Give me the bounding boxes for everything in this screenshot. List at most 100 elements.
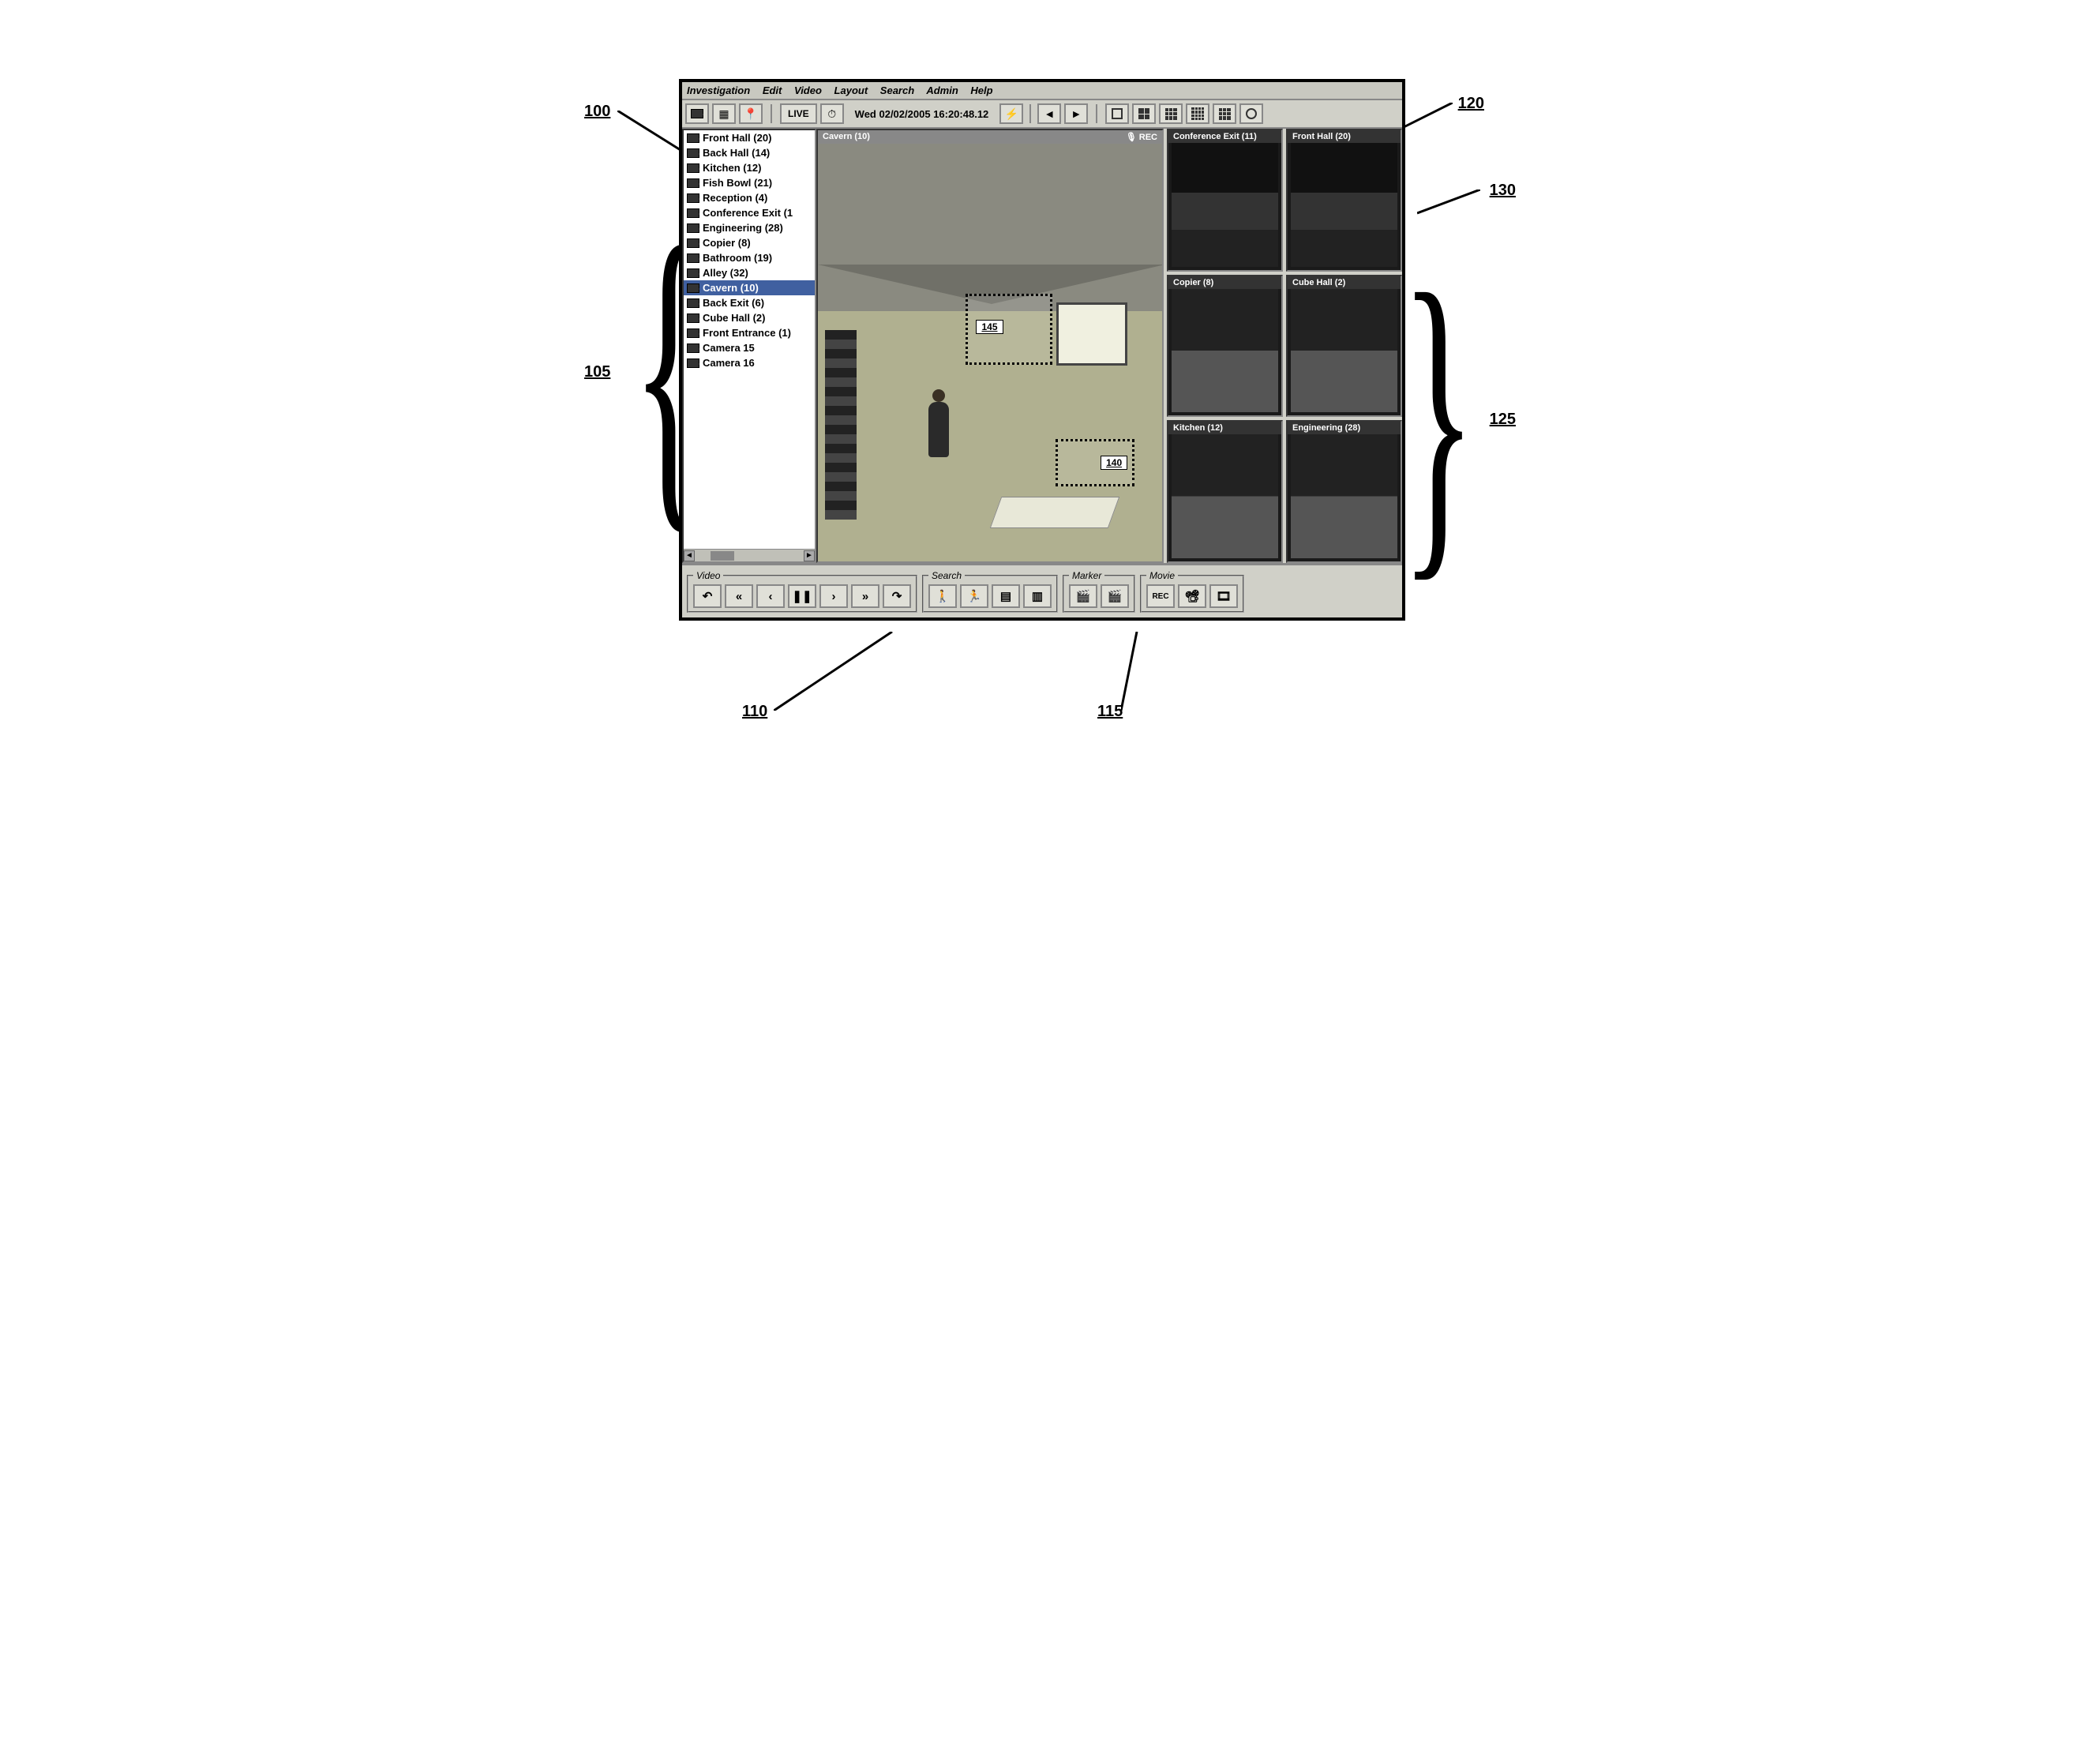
camera-label: Alley (32)	[703, 267, 748, 279]
prev-arrow-icon[interactable]: ◄	[1037, 103, 1061, 124]
pin-icon[interactable]: 📍	[739, 103, 763, 124]
camera-item[interactable]: Engineering (28)	[684, 220, 815, 235]
layout-3x3b-button[interactable]	[1213, 103, 1236, 124]
camera-label: Front Entrance (1)	[703, 327, 791, 339]
camera-item[interactable]: Bathroom (19)	[684, 250, 815, 265]
layout-1x1-button[interactable]	[1105, 103, 1129, 124]
menu-investigation[interactable]: Investigation	[687, 84, 750, 96]
ref-105: 105	[584, 363, 610, 381]
camera-label: Back Hall (14)	[703, 147, 770, 159]
thumbnail-pane[interactable]: Cube Hall (2)	[1286, 275, 1402, 418]
camera-list[interactable]: Front Hall (20) Back Hall (14) Kitchen (12…	[684, 130, 815, 549]
motion-region-140[interactable]: 140	[1056, 439, 1134, 486]
camera-item[interactable]: Reception (4)	[684, 190, 815, 205]
fastfwd-button[interactable]: »	[851, 584, 879, 608]
layout-4x4-button[interactable]	[1186, 103, 1209, 124]
camera-icon	[687, 298, 699, 308]
scrollbar[interactable]: ◄ ►	[684, 549, 815, 561]
main-video-pane[interactable]: Cavern (10)🎙 REC 145	[816, 129, 1164, 563]
menu-video[interactable]: Video	[794, 84, 822, 96]
camera-icon[interactable]	[685, 103, 709, 124]
camera-label: Fish Bowl (21)	[703, 177, 772, 189]
layout-3x3-button[interactable]	[1159, 103, 1183, 124]
bolt-icon[interactable]: ⚡	[999, 103, 1023, 124]
camera-item[interactable]: Front Entrance (1)	[684, 325, 815, 340]
camera-item[interactable]: Back Exit (6)	[684, 295, 815, 310]
toolbar: ▦ 📍 LIVE ⏱ Wed 02/02/2005 16:20:48.12 ⚡ …	[682, 100, 1402, 129]
camera-label: Cavern (10)	[703, 282, 759, 294]
step-back-button[interactable]: ‹	[756, 584, 785, 608]
camera-item[interactable]: Fish Bowl (21)	[684, 175, 815, 190]
layout-3x3-icon	[1165, 108, 1177, 120]
camera-icon	[687, 163, 699, 173]
export-button[interactable]: 📽	[1178, 584, 1206, 608]
cycle-icon	[1246, 108, 1257, 119]
film-button[interactable]: 🎞	[1209, 584, 1238, 608]
camera-list-sidebar: Front Hall (20) Back Hall (14) Kitchen (12…	[682, 129, 816, 563]
camera-item[interactable]: Cavern (10)	[684, 280, 815, 295]
person-figure	[928, 402, 949, 457]
search-legend: Search	[928, 570, 965, 581]
menu-edit[interactable]: Edit	[763, 84, 782, 96]
camera-item[interactable]: Kitchen (12)	[684, 160, 815, 175]
ref-100: 100	[584, 103, 610, 121]
thumbnail-title: Conference Exit (11)	[1168, 130, 1281, 143]
camera-icon	[687, 268, 699, 278]
camera-icon	[687, 193, 699, 203]
camera-item[interactable]: Cube Hall (2)	[684, 310, 815, 325]
camera-item[interactable]: Camera 16	[684, 355, 815, 370]
thumbnail-pane[interactable]: Conference Exit (11)	[1167, 129, 1283, 272]
clapper-button[interactable]: 🎬	[1069, 584, 1097, 608]
leader-110	[774, 632, 900, 711]
scroll-thumb[interactable]	[711, 551, 734, 561]
camera-item[interactable]: Copier (8)	[684, 235, 815, 250]
motion-region-145[interactable]: 145	[966, 294, 1052, 365]
thumbnail-pane[interactable]: Front Hall (20)	[1286, 129, 1402, 272]
main-area: Front Hall (20) Back Hall (14) Kitchen (12…	[682, 129, 1402, 563]
camera-item[interactable]: Alley (32)	[684, 265, 815, 280]
layout-3x3b-icon	[1219, 108, 1231, 120]
menu-admin[interactable]: Admin	[926, 84, 958, 96]
scroll-right-icon[interactable]: ►	[804, 550, 815, 561]
camera-label: Front Hall (20)	[703, 132, 771, 144]
camera-item[interactable]: Back Hall (14)	[684, 145, 815, 160]
camera-label: Kitchen (12)	[703, 162, 761, 174]
separator	[771, 104, 772, 123]
camera-item[interactable]: Camera 15	[684, 340, 815, 355]
pause-button[interactable]: ❚❚	[788, 584, 816, 608]
layout-2x2-button[interactable]	[1132, 103, 1156, 124]
camera-icon	[687, 208, 699, 218]
person-search-button[interactable]: 🚶	[928, 584, 957, 608]
step-fwd-button[interactable]: ›	[819, 584, 848, 608]
clock-icon[interactable]: ⏱	[820, 103, 844, 124]
menu-layout[interactable]: Layout	[834, 84, 868, 96]
clapper-add-button[interactable]: 🎬	[1101, 584, 1129, 608]
jump-fwd-button[interactable]: ↷	[883, 584, 911, 608]
next-arrow-icon[interactable]: ►	[1064, 103, 1088, 124]
jump-back-button[interactable]: ↶	[693, 584, 722, 608]
marker-legend: Marker	[1069, 570, 1104, 581]
layout-selectors	[1105, 103, 1263, 124]
zone-search-a-button[interactable]: ▤	[992, 584, 1020, 608]
camera-label: Camera 16	[703, 357, 755, 369]
layout-cycle-button[interactable]	[1239, 103, 1263, 124]
thumbnail-pane[interactable]: Copier (8)	[1167, 275, 1283, 418]
thumbnail-scene	[1291, 143, 1397, 267]
camera-item[interactable]: Front Hall (20)	[684, 130, 815, 145]
person-x-button[interactable]: 🏃	[960, 584, 988, 608]
camera-label: Back Exit (6)	[703, 297, 764, 309]
menu-search[interactable]: Search	[880, 84, 914, 96]
menu-help[interactable]: Help	[970, 84, 992, 96]
thumbnail-pane[interactable]: Engineering (28)	[1286, 420, 1402, 563]
camera-icon	[687, 223, 699, 233]
live-button[interactable]: LIVE	[780, 103, 817, 124]
scroll-left-icon[interactable]: ◄	[684, 550, 695, 561]
record-button[interactable]: REC	[1146, 584, 1175, 608]
thumbnail-pane[interactable]: Kitchen (12)	[1167, 420, 1283, 563]
zone-search-b-button[interactable]: ▥	[1023, 584, 1052, 608]
leader-100	[617, 111, 688, 158]
grid-thumbs-icon[interactable]: ▦	[712, 103, 736, 124]
movie-legend: Movie	[1146, 570, 1178, 581]
rewind-button[interactable]: «	[725, 584, 753, 608]
camera-item[interactable]: Conference Exit (1	[684, 205, 815, 220]
